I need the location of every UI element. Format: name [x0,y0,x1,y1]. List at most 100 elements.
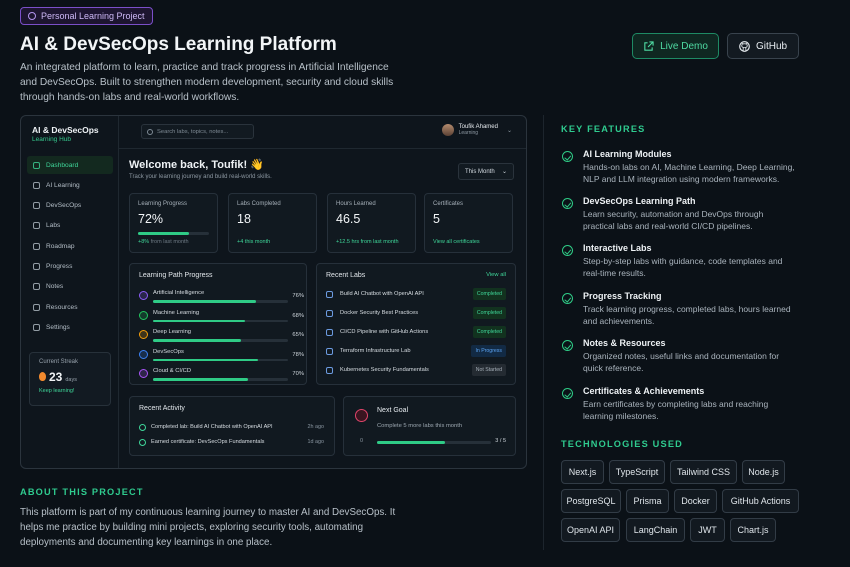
nav-item-resources[interactable]: Resources [27,298,113,316]
feature-description: Learn security, automation and DevOps th… [583,209,764,232]
lab-row[interactable]: Build AI Chatbot with OpenAI API Complete… [326,288,506,302]
goal-progress-bar [377,441,491,444]
nav-item-devsecops[interactable]: DevSecOps [27,197,113,215]
about-text: This platform is part of my continuous l… [20,507,396,548]
feature-description: Track learning progress, completed labs,… [583,304,791,327]
feature-title: AI Learning Modules [583,149,672,159]
tech-tag: Tailwind CSS [670,460,737,484]
tech-tag: GitHub Actions [722,489,799,513]
topic-percent: 70% [292,371,304,377]
page-description: An integrated platform to learn, practic… [20,62,394,103]
activity-row: Earned certificate: DevSecOps Fundamenta… [139,437,324,449]
view-certificates-link[interactable]: View all certificates [433,239,504,245]
mock-search-input[interactable]: Search labs, topics, notes... [141,124,254,139]
feature-title: Notes & Resources [583,338,666,348]
lab-name: Kubernetes Security Fundamentals [340,367,429,373]
gear-icon [33,323,40,331]
stat-sub: +12.5 hrs from last month [336,239,399,245]
nav-label: Dashboard [46,161,79,169]
next-goal-panel: Next Goal Complete 5 more labs this mont… [343,396,516,456]
shield-icon [33,202,40,210]
view-all-link[interactable]: View all [486,272,506,278]
mock-topbar: Search labs, topics, notes... Toufik Aha… [119,116,526,149]
tech-tag: Chart.js [730,518,776,542]
nav-item-roadmap[interactable]: Roadmap [27,237,113,255]
topic-name: DevSecOps [153,348,184,355]
lab-row[interactable]: Docker Security Best Practices Completed [326,307,506,321]
project-badge: Personal Learning Project [20,7,153,25]
lab-icon [326,329,333,336]
streak-note: Keep learning! [39,388,75,394]
topic-icon [139,291,148,300]
tech-tag: OpenAI API [561,518,620,542]
mock-brand-name: AI & DevSecOps [32,125,99,135]
nav-label: Settings [46,323,70,331]
mock-brand: AI & DevSecOps Learning Hub [32,125,99,143]
stat-value: 46.5 [336,212,361,226]
lab-name: Docker Security Best Practices [340,310,419,316]
github-label: GitHub [755,40,788,52]
nav-item-labs[interactable]: Labs [27,217,113,235]
tech-tag: Prisma [626,489,669,513]
topic-icon [139,330,148,339]
tech-tag: Docker [674,489,717,513]
check-circle-icon [562,388,573,399]
streak-label: Current Streak [39,359,79,365]
mock-nav: Dashboard AI Learning DevSecOps Labs Roa… [27,156,113,339]
lab-icon [326,310,333,317]
nav-label: Notes [46,283,64,291]
github-button[interactable]: GitHub [727,33,799,59]
tech-tag: LangChain [626,518,685,542]
check-circle-icon [562,293,573,304]
check-circle-icon [562,340,573,351]
stat-value: 72% [138,212,164,226]
goal-count: 3 / 5 [495,438,506,444]
stat-value: 18 [237,212,251,226]
nav-item-progress[interactable]: Progress [27,257,113,275]
avatar [441,124,454,136]
streak-value: 23 [49,370,63,384]
stat-sub: +4 this month [237,239,271,245]
topic-progress-bar [153,300,288,303]
lab-name: CI/CD Pipeline with GitHub Actions [340,329,429,335]
lab-row[interactable]: CI/CD Pipeline with GitHub Actions Comple… [326,326,506,340]
path-row: Deep Learning 65% [139,328,304,348]
path-row: Artificial Intelligence 76% [139,289,304,309]
streak-unit: days [65,377,77,383]
nav-item-settings[interactable]: Settings [27,318,113,336]
feature-description: Hands-on labs on AI, Machine Learning, D… [583,162,795,185]
period-select[interactable]: This Month ⌄ [458,163,514,180]
activity-text: Earned certificate: DevSecOps Fundamenta… [151,439,265,445]
nav-item-ai-learning[interactable]: AI Learning [27,176,113,194]
lab-row[interactable]: Terraform Infrastructure Lab In Progress [326,345,506,359]
check-circle-icon [562,151,573,162]
external-link-icon [644,40,654,51]
panel-title: Learning Path Progress [139,272,213,279]
panel-title: Recent Labs [326,272,366,279]
nav-label: Progress [46,262,73,270]
lab-row[interactable]: Kubernetes Security Fundamentals Not Star… [326,364,506,378]
nav-label: DevSecOps [46,202,82,210]
lab-icon [326,291,333,298]
nav-label: Resources [46,303,78,311]
nav-label: Labs [46,222,61,230]
nav-item-dashboard[interactable]: Dashboard [27,156,113,174]
mock-sidebar: AI & DevSecOps Learning Hub Dashboard AI… [21,116,119,468]
target-icon [355,409,368,422]
stat-card-labs: Labs Completed 18 +4 this month [228,193,317,253]
nav-item-notes[interactable]: Notes [27,278,113,296]
book-icon [33,303,40,311]
stat-label: Labs Completed [237,201,281,207]
status-badge: Completed [472,307,506,319]
live-demo-button[interactable]: Live Demo [632,33,719,59]
user-menu[interactable]: Toufik Ahamed Learning ⌄ [441,124,512,136]
check-circle-icon [562,198,573,209]
feature-description: Organized notes, useful links and docume… [583,351,780,374]
path-row: Cloud & CI/CD 70% [139,367,304,387]
topic-icon [139,369,148,378]
stat-card-progress: Learning Progress 72% +8% from last mont… [129,193,218,253]
feature-description: Earn certificates by completing labs and… [583,399,769,422]
topic-progress-bar [153,378,288,381]
tech-tag: Next.js [561,460,604,484]
welcome-title: Welcome back, Toufik! 👋 [129,159,264,171]
